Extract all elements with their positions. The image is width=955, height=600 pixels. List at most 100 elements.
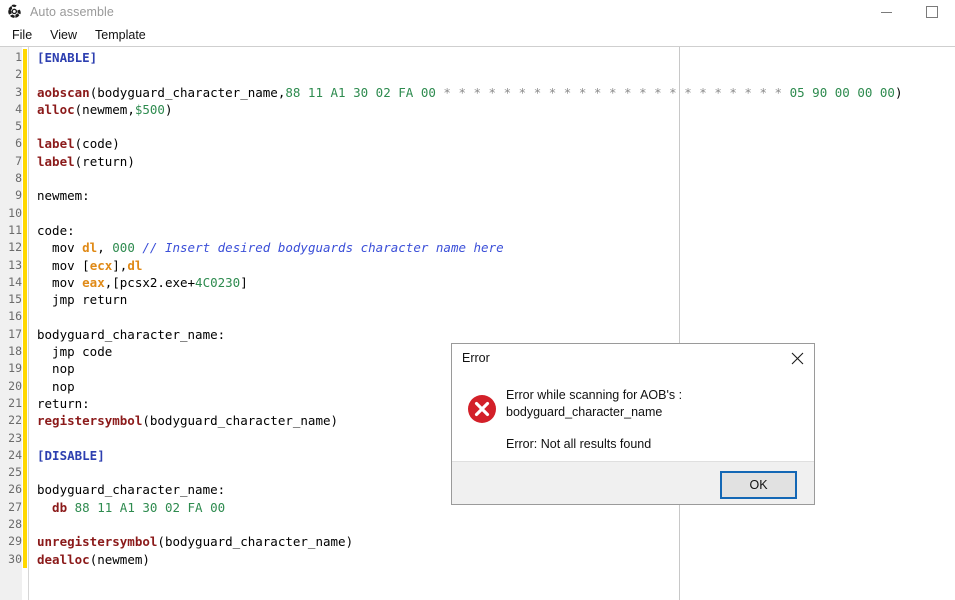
line-number: 4: [0, 101, 22, 118]
maximize-icon: [926, 6, 938, 18]
code-token: code:: [37, 223, 75, 238]
code-token: 4C0230: [195, 275, 240, 290]
code-token: label: [37, 154, 75, 169]
code-line[interactable]: 4alloc(newmem,$500): [0, 101, 955, 118]
error-x-icon: [467, 394, 497, 424]
dialog-message-line1: Error while scanning for AOB's :: [506, 387, 801, 404]
code-token: nop: [37, 379, 75, 394]
code-line[interactable]: 14 mov eax,[pcsx2.exe+4C0230]: [0, 274, 955, 291]
line-text: return:: [37, 395, 90, 412]
line-text: db 88 11 A1 30 02 FA 00: [37, 499, 225, 516]
code-line[interactable]: 1[ENABLE]: [0, 49, 955, 66]
menu-item-file[interactable]: File: [3, 25, 41, 45]
dialog-message: Error while scanning for AOB's : bodygua…: [506, 387, 801, 453]
menu-item-view[interactable]: View: [41, 25, 86, 45]
line-text: jmp code: [37, 343, 112, 360]
line-number: 16: [0, 308, 22, 325]
line-text: label(code): [37, 135, 120, 152]
code-token: jmp return: [37, 292, 127, 307]
code-token: 88 11 A1 30 02 FA 00: [75, 500, 226, 515]
line-number: 10: [0, 205, 22, 222]
line-text: [ENABLE]: [37, 49, 97, 66]
code-token: ,: [97, 240, 112, 255]
code-token: (return): [75, 154, 135, 169]
dialog-message-line2: bodyguard_character_name: [506, 404, 801, 421]
code-token: (bodyguard_character_name,: [90, 85, 286, 100]
code-line[interactable]: 8: [0, 170, 955, 187]
code-token: return:: [37, 396, 90, 411]
code-token: 05 90 00 00 00: [790, 85, 895, 100]
code-token: nop: [37, 361, 75, 376]
line-text: bodyguard_character_name:: [37, 481, 225, 498]
code-line[interactable]: 3 aobscan(bodyguard_character_name,88 11 …: [0, 84, 955, 101]
code-token: mov: [37, 275, 82, 290]
code-line[interactable]: 16: [0, 308, 955, 325]
code-line[interactable]: 12 mov dl, 000 // Insert desired bodygua…: [0, 239, 955, 256]
ok-button[interactable]: OK: [720, 471, 797, 499]
close-button[interactable]: [780, 344, 814, 372]
script-editor[interactable]: 1[ENABLE]23aobscan(bodyguard_character_n…: [0, 46, 955, 600]
maximize-button[interactable]: [909, 0, 955, 24]
line-number: 17: [0, 326, 22, 343]
line-number: 25: [0, 464, 22, 481]
code-line[interactable]: 30dealloc(newmem): [0, 551, 955, 568]
line-number: 18: [0, 343, 22, 360]
code-line[interactable]: 10: [0, 205, 955, 222]
code-line[interactable]: 17bodyguard_character_name:: [0, 326, 955, 343]
code-line[interactable]: 9 newmem:: [0, 187, 955, 204]
code-token: [DISABLE]: [37, 448, 105, 463]
line-text: aobscan(bodyguard_character_name,88 11 A…: [37, 84, 902, 101]
menu-item-template[interactable]: Template: [86, 25, 155, 45]
code-line[interactable]: 13 mov [ecx],dl: [0, 257, 955, 274]
line-text: [DISABLE]: [37, 447, 105, 464]
dialog-body: Error while scanning for AOB's : bodygua…: [452, 372, 814, 461]
line-number: 11: [0, 222, 22, 239]
code-token: dl: [82, 240, 97, 255]
dialog-footer: OK: [452, 461, 814, 504]
line-text: newmem:: [37, 187, 90, 204]
code-line[interactable]: 29unregistersymbol(bodyguard_character_n…: [0, 533, 955, 550]
line-number: 12: [0, 239, 22, 256]
minimize-button[interactable]: [863, 0, 909, 24]
code-token: ],: [112, 258, 127, 273]
line-text: nop: [37, 360, 75, 377]
line-number: 5: [0, 118, 22, 135]
line-number: 24: [0, 447, 22, 464]
code-line[interactable]: 2: [0, 66, 955, 83]
code-token: * * * * * * * * * * * * * * * * * * * * …: [436, 85, 790, 100]
line-text: mov eax,[pcsx2.exe+4C0230]: [37, 274, 248, 291]
code-token: aobscan: [37, 85, 90, 100]
code-token: (bodyguard_character_name): [157, 534, 353, 549]
code-token: label: [37, 136, 75, 151]
auto-assemble-window: Auto assemble File View Template 1[ENABL…: [0, 0, 955, 599]
cheat-engine-logo-icon: [6, 3, 24, 21]
code-token: (newmem,: [75, 102, 135, 117]
code-token: ): [895, 85, 903, 100]
error-dialog: Error Error while scanning for AOB's : b…: [451, 343, 815, 505]
line-number: 3: [0, 84, 22, 101]
line-number: 2: [0, 66, 22, 83]
code-line[interactable]: 5: [0, 118, 955, 135]
line-number: 9: [0, 187, 22, 204]
line-text: jmp return: [37, 291, 127, 308]
code-line[interactable]: 6label(code): [0, 135, 955, 152]
code-token: newmem:: [37, 188, 90, 203]
line-text: label(return): [37, 153, 135, 170]
code-token: ]: [240, 275, 248, 290]
line-text: mov [ecx],dl: [37, 257, 142, 274]
code-token: 88 11 A1 30 02 FA 00: [285, 85, 436, 100]
close-icon: [791, 352, 804, 365]
code-line[interactable]: 11 code:: [0, 222, 955, 239]
code-token: mov [: [37, 258, 90, 273]
line-text: dealloc(newmem): [37, 551, 150, 568]
code-line[interactable]: 28: [0, 516, 955, 533]
line-number: 13: [0, 257, 22, 274]
code-line[interactable]: 15 jmp return: [0, 291, 955, 308]
code-token: dl: [127, 258, 142, 273]
line-number: 19: [0, 360, 22, 377]
code-line[interactable]: 7label(return): [0, 153, 955, 170]
code-token: // Insert desired bodyguards character n…: [142, 240, 503, 255]
code-token: ,[pcsx2.exe+: [105, 275, 195, 290]
line-text: nop: [37, 378, 75, 395]
title-bar: Auto assemble: [0, 0, 955, 24]
